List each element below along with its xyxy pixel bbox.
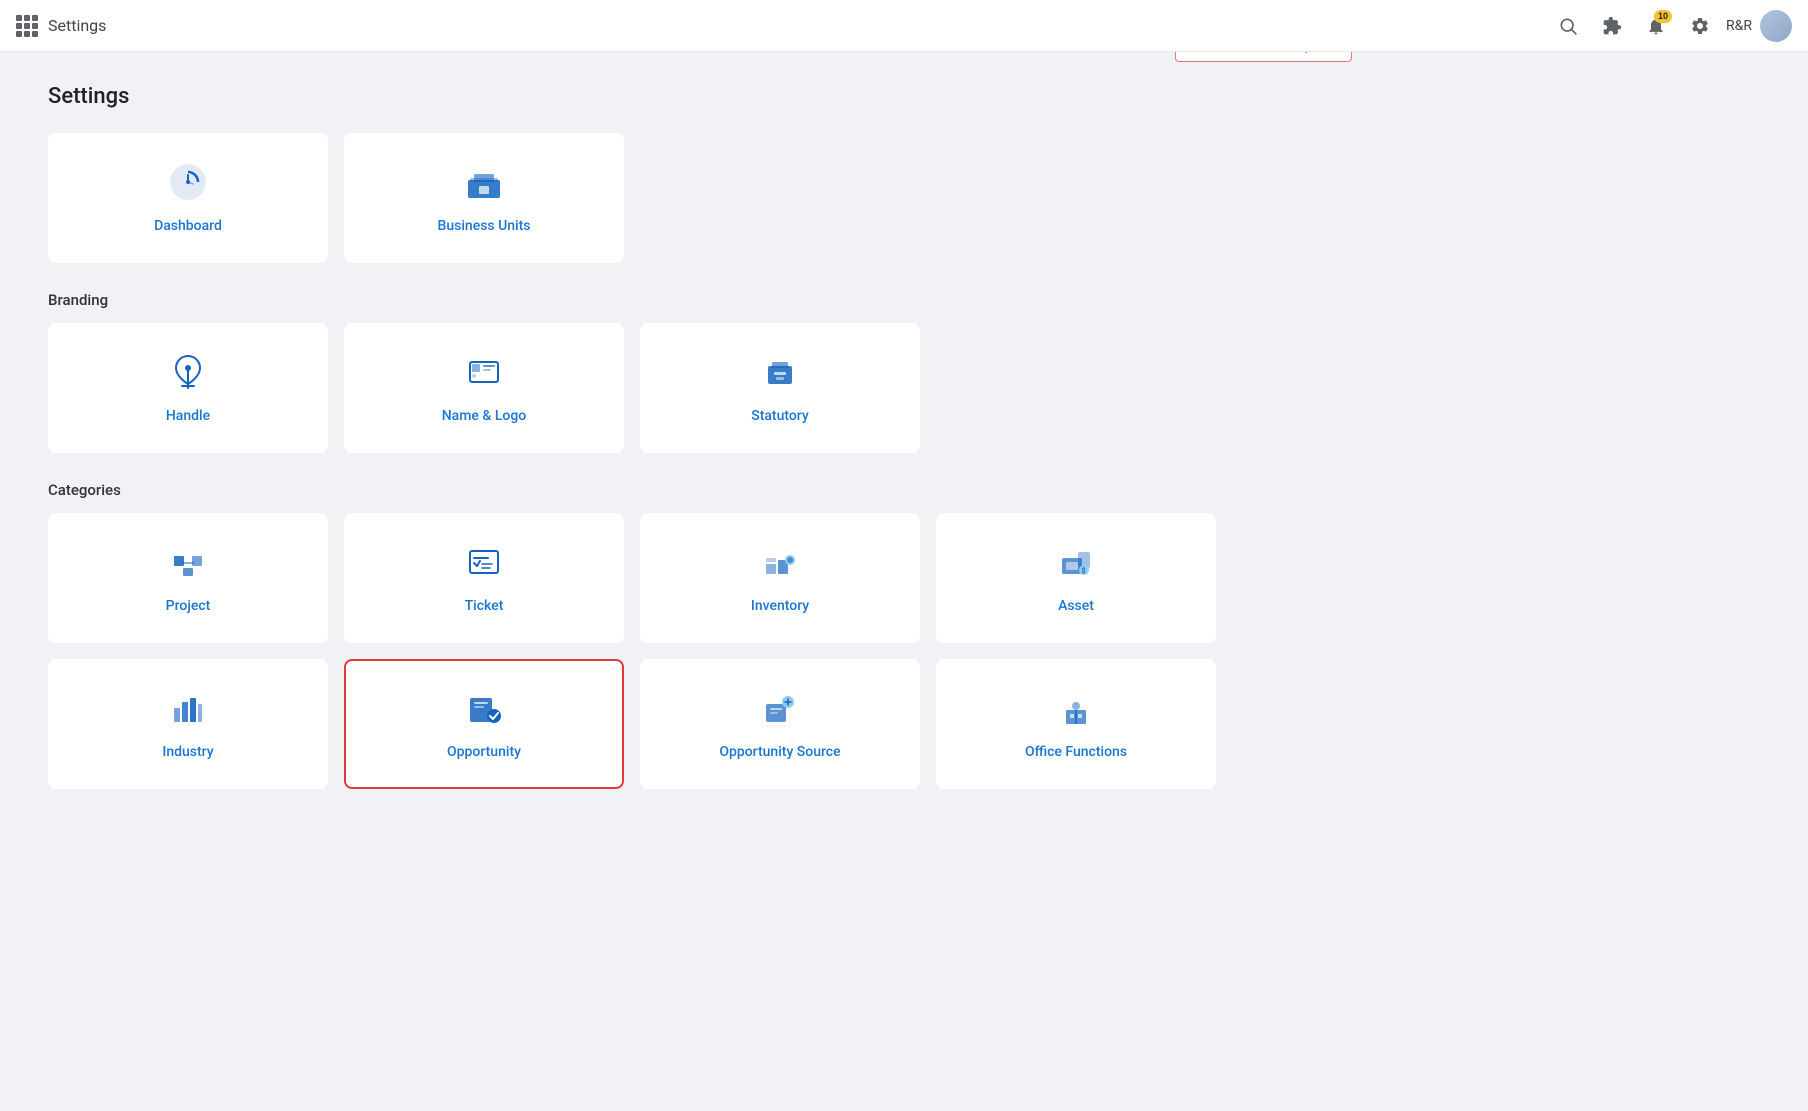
ticket-icon	[464, 542, 504, 586]
app-grid-icon[interactable]	[16, 15, 38, 37]
card-statutory-label: Statutory	[751, 408, 809, 424]
card-office-functions[interactable]: Office Functions	[936, 659, 1216, 789]
card-office-functions-label: Office Functions	[1025, 744, 1127, 760]
categories-row2: Industry Opportunity	[48, 659, 1352, 789]
gear-icon	[1690, 16, 1710, 36]
categories-section-label: Categories	[48, 481, 1352, 499]
business-units-icon	[464, 162, 504, 206]
inventory-icon	[760, 542, 800, 586]
name-logo-icon	[464, 352, 504, 396]
nav-app-title: Settings	[48, 16, 106, 35]
card-dashboard[interactable]: Dashboard	[48, 133, 328, 263]
office-functions-icon	[1056, 688, 1096, 732]
card-business-units[interactable]: Business Units	[344, 133, 624, 263]
opportunity-source-icon	[760, 688, 800, 732]
card-inventory[interactable]: Inventory	[640, 513, 920, 643]
search-button[interactable]	[1550, 8, 1586, 44]
card-industry[interactable]: Industry	[48, 659, 328, 789]
card-opportunity-label: Opportunity	[447, 744, 521, 760]
page-title: Settings	[48, 84, 1352, 109]
card-statutory[interactable]: Statutory	[640, 323, 920, 453]
card-dashboard-label: Dashboard	[154, 218, 222, 234]
card-name-logo[interactable]: Name & Logo	[344, 323, 624, 453]
card-project-label: Project	[166, 598, 211, 614]
card-name-logo-label: Name & Logo	[442, 408, 527, 424]
avatar-image	[1760, 10, 1792, 42]
nav-right: 10 R&R	[1550, 8, 1792, 44]
branding-cards-row: Handle Name & Logo	[48, 323, 1352, 453]
svg-text:$: $	[1082, 567, 1086, 575]
handle-icon	[168, 352, 208, 396]
card-ticket[interactable]: Ticket	[344, 513, 624, 643]
top-navigation: Settings 10 R&R	[0, 0, 1808, 52]
card-opportunity[interactable]: Opportunity	[344, 659, 624, 789]
card-project[interactable]: Project	[48, 513, 328, 643]
industry-icon	[168, 688, 208, 732]
settings-button[interactable]	[1682, 8, 1718, 44]
nav-left: Settings	[16, 15, 1550, 37]
dashboard-icon	[168, 162, 208, 206]
card-opportunity-source[interactable]: Opportunity Source	[640, 659, 920, 789]
card-asset-label: Asset	[1058, 598, 1094, 614]
card-handle[interactable]: Handle	[48, 323, 328, 453]
extensions-button[interactable]	[1594, 8, 1630, 44]
card-handle-label: Handle	[166, 408, 210, 424]
notification-badge: 10	[1654, 10, 1672, 24]
main-content: Delete CloudSpace Settings Dashboard	[0, 52, 1400, 821]
opportunity-icon	[464, 688, 504, 732]
top-cards-row: Dashboard Business Units	[48, 133, 1352, 263]
branding-section-label: Branding	[48, 291, 1352, 309]
avatar[interactable]	[1760, 10, 1792, 42]
asset-icon: $	[1056, 542, 1096, 586]
project-icon	[168, 542, 208, 586]
categories-row1: Project Ticket	[48, 513, 1352, 643]
extensions-icon	[1602, 16, 1622, 36]
search-icon	[1558, 16, 1578, 36]
notifications-button[interactable]: 10	[1638, 8, 1674, 44]
card-industry-label: Industry	[162, 744, 213, 760]
card-inventory-label: Inventory	[751, 598, 809, 614]
statutory-icon	[760, 352, 800, 396]
card-opportunity-source-label: Opportunity Source	[719, 744, 840, 760]
user-label[interactable]: R&R	[1726, 18, 1752, 34]
card-ticket-label: Ticket	[465, 598, 504, 614]
card-asset[interactable]: $ Asset	[936, 513, 1216, 643]
card-business-units-label: Business Units	[438, 218, 531, 234]
